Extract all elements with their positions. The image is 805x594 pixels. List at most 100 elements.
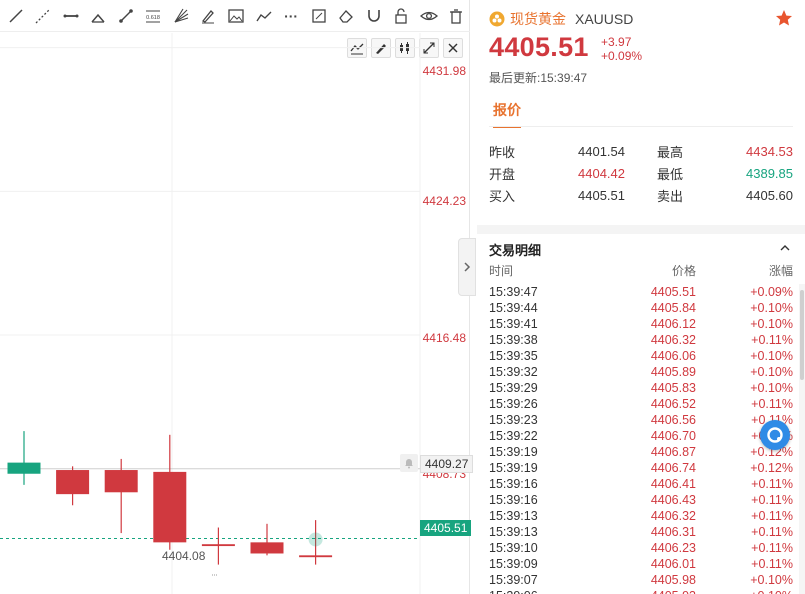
magnet-icon[interactable] (360, 2, 388, 30)
trade-row: 15:39:19 4406.74 +0.12% (489, 460, 793, 476)
trade-row: 15:39:41 4406.12 +0.10% (489, 316, 793, 332)
stat-row: 开盘 4404.42 最低 4389.85 (489, 162, 794, 184)
candle-body (299, 555, 333, 558)
trade-row: 15:39:13 4406.32 +0.11% (489, 508, 793, 524)
note-icon[interactable] (305, 2, 333, 30)
trade-time: 15:39:13 (489, 525, 538, 539)
change-percent: +0.09% (601, 49, 643, 63)
quote-stats: 昨收 4401.54 最高 4434.53 开盘 4404.42 最低 4389.85 买入 44… (489, 140, 794, 206)
trade-row: 15:39:234406.56+0.11% (489, 412, 793, 428)
image-icon[interactable] (222, 2, 250, 30)
candle-body (201, 544, 235, 547)
stat-label: 最低 (657, 166, 684, 182)
header-time: 时间 (489, 264, 514, 278)
trade-price: 4406.31 (650, 525, 696, 539)
trade-time: 15:39:16 (489, 493, 538, 507)
trade-price: 4405.98 (650, 573, 696, 587)
trade-time: 15:39:07 (489, 573, 538, 587)
trade-change: +0.10% (750, 365, 793, 379)
collapse-details-button[interactable] (779, 240, 791, 258)
trade-row: 15:39:38 4406.32 +0.11% (489, 332, 793, 348)
trade-change: +0.11% (751, 509, 793, 523)
trade-price: 4406.06 (650, 349, 696, 363)
trade-row: 15:39:07 4405.98 +0.10% (489, 572, 793, 588)
trade-row: 15:39:09 4406.01 +0.11% (489, 556, 793, 572)
favorite-star-icon[interactable] (775, 9, 793, 32)
candlestick-chart[interactable] (0, 33, 470, 594)
fib-text: 0.618 (147, 15, 161, 21)
trade-change: +0.11% (751, 525, 793, 539)
trade-time: 15:39:19 (489, 461, 538, 475)
candle-body (153, 471, 187, 543)
fibonacci-icon[interactable]: 0.618 (140, 2, 168, 30)
trade-change: +0.11% (751, 397, 793, 411)
stat-label: 卖出 (657, 188, 684, 204)
trade-price: 4405.89 (650, 365, 696, 379)
trade-time: 15:39:23 (489, 413, 538, 427)
price-change: +3.97 +0.09% (601, 35, 642, 63)
trade-price: 4406.01 (650, 557, 696, 571)
trade-price: 4405.84 (650, 301, 696, 315)
last-update-time: 最后更新:15:39:47 (489, 71, 588, 85)
trade-change: +0.10% (750, 317, 793, 331)
stat-row: 买入 4405.51 卖出 4405.60 (489, 184, 794, 206)
price-axis-label: 4424.23 (422, 194, 466, 208)
ray-icon[interactable] (2, 2, 30, 30)
trade-row: 15:39:16 4406.43 +0.11% (489, 492, 793, 508)
details-scroll-thumb[interactable] (800, 290, 804, 380)
trade-row: 15:39:064405.93+0.10% (489, 588, 793, 594)
candle-body (250, 542, 284, 554)
live-price-glow (308, 532, 323, 547)
candle-body (56, 470, 90, 495)
lock-icon[interactable] (387, 2, 415, 30)
candle-body (104, 470, 138, 493)
more-icon[interactable]: ··· (277, 2, 305, 30)
polyline-icon[interactable] (250, 2, 278, 30)
trade-price: 4406.52 (650, 397, 696, 411)
trade-row: 15:39:32 4405.89 +0.10% (489, 364, 793, 380)
change-value: +3.97 (601, 35, 632, 49)
brush-icon[interactable] (195, 2, 223, 30)
trade-price: 4406.41 (650, 477, 696, 491)
more-text: ··· (284, 7, 299, 24)
candle-body (7, 462, 41, 474)
stat-value: 4389.85 (746, 165, 793, 181)
horizontal-line-icon[interactable] (57, 2, 85, 30)
low-price-label: 4404.08 (162, 549, 206, 563)
trade-time: 15:39:09 (489, 557, 538, 571)
trade-details-list[interactable]: 15:39:47 4405.51 +0.09% 15:39:44 4405.84 +0.1… (489, 284, 793, 594)
trade-price: 4405.83 (650, 381, 696, 395)
trade-details-header: 时间 价格 涨幅 (489, 262, 793, 279)
instrument-symbol: XAUUSD (575, 11, 634, 27)
collapse-panel-button[interactable] (458, 238, 476, 296)
trade-time: 15:39:16 (489, 477, 538, 491)
trade-row: 15:39:47 4405.51 +0.09% (489, 284, 793, 300)
last-price: 4405.51 (489, 32, 589, 62)
gann-fan-icon[interactable] (167, 2, 195, 30)
instrument-name: 现货黄金 (510, 11, 566, 27)
trade-row: 15:39:224406.70+0.11% (489, 428, 793, 444)
trash-icon[interactable] (443, 2, 471, 30)
candle (153, 434, 187, 550)
segment-icon[interactable] (112, 2, 140, 30)
trade-time: 15:39:44 (489, 301, 538, 315)
alert-bell-icon[interactable] (400, 454, 418, 472)
trade-change: +0.11% (751, 477, 793, 491)
tab-quote[interactable]: 报价 (493, 100, 521, 128)
extended-line-icon[interactable] (30, 2, 58, 30)
candle (201, 527, 235, 565)
candle (250, 523, 284, 556)
trade-time: 15:39:41 (489, 317, 538, 331)
trade-price: 4406.32 (650, 509, 696, 523)
eraser-icon[interactable] (332, 2, 360, 30)
trade-time: 15:39:29 (489, 381, 538, 395)
chat-assistant-button[interactable] (760, 420, 790, 450)
stat-value: 4404.42 (578, 165, 625, 181)
quote-header: 现货黄金 XAUUSD (489, 9, 633, 29)
eye-icon[interactable] (415, 2, 443, 30)
gold-coin-icon (489, 11, 505, 27)
drawing-toolbar: 0.618 ··· (0, 0, 470, 32)
stat-value: 4401.54 (578, 143, 625, 159)
trend-angle-icon[interactable] (85, 2, 113, 30)
chart-panel[interactable]: 0.618 ··· 4431.98 4424.23 4416.48 4408.7… (0, 0, 474, 594)
